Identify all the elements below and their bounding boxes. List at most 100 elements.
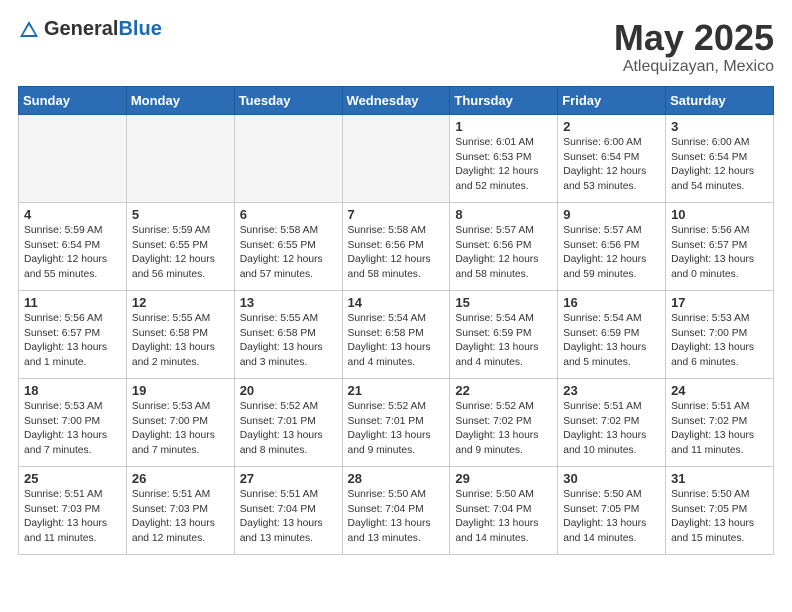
day-number: 19 (132, 383, 229, 398)
calendar-day-cell: 7 Sunrise: 5:58 AM Sunset: 6:56 PM Daylig… (342, 202, 450, 290)
calendar-day-cell: 20 Sunrise: 5:52 AM Sunset: 7:01 PM Dayli… (234, 378, 342, 466)
calendar-day-cell: 22 Sunrise: 5:52 AM Sunset: 7:02 PM Dayli… (450, 378, 558, 466)
day-info: Sunrise: 5:52 AM Sunset: 7:01 PM Dayligh… (240, 400, 337, 460)
day-number: 15 (455, 295, 552, 310)
logo-general: GeneralBlue (44, 18, 162, 41)
calendar-day-cell: 2 Sunrise: 6:00 AM Sunset: 6:54 PM Daylig… (558, 114, 666, 202)
calendar-day-cell: 19 Sunrise: 5:53 AM Sunset: 7:00 PM Dayli… (126, 378, 234, 466)
day-info: Sunrise: 5:59 AM Sunset: 6:55 PM Dayligh… (132, 224, 229, 284)
calendar-day-cell: 13Sunrise: 5:55 AM Sunset: 6:58 PM Dayli… (234, 290, 342, 378)
day-number: 27 (240, 471, 337, 486)
day-number: 30 (563, 471, 660, 486)
calendar-day-cell: 23Sunrise: 5:51 AM Sunset: 7:02 PM Dayli… (558, 378, 666, 466)
day-number: 28 (348, 471, 445, 486)
calendar-day-cell: 30 Sunrise: 5:50 AM Sunset: 7:05 PM Dayli… (558, 466, 666, 554)
day-info: Sunrise: 5:56 AM Sunset: 6:57 PM Dayligh… (671, 224, 768, 284)
calendar-day-cell: 17 Sunrise: 5:53 AM Sunset: 7:00 PM Dayli… (666, 290, 774, 378)
day-info: Sunrise: 5:52 AM Sunset: 7:01 PM Dayligh… (348, 400, 445, 460)
calendar-day-cell: 21 Sunrise: 5:52 AM Sunset: 7:01 PM Dayli… (342, 378, 450, 466)
calendar-week-row: 4 Sunrise: 5:59 AM Sunset: 6:54 PM Daylig… (19, 202, 774, 290)
calendar-day-cell: 1Sunrise: 6:01 AM Sunset: 6:53 PM Daylig… (450, 114, 558, 202)
day-info: Sunrise: 6:00 AM Sunset: 6:54 PM Dayligh… (563, 136, 660, 196)
day-number: 5 (132, 207, 229, 222)
day-number: 2 (563, 119, 660, 134)
weekday-header-cell: Sunday (19, 86, 127, 114)
day-info: Sunrise: 5:55 AM Sunset: 6:58 PM Dayligh… (132, 312, 229, 372)
calendar-day-cell: 8 Sunrise: 5:57 AM Sunset: 6:56 PM Daylig… (450, 202, 558, 290)
month-title: May 2025 (614, 18, 774, 58)
day-number: 17 (671, 295, 768, 310)
day-number: 8 (455, 207, 552, 222)
calendar-day-cell: 15 Sunrise: 5:54 AM Sunset: 6:59 PM Dayli… (450, 290, 558, 378)
weekday-header-row: SundayMondayTuesdayWednesdayThursdayFrid… (19, 86, 774, 114)
calendar-day-cell: 11 Sunrise: 5:56 AM Sunset: 6:57 PM Dayli… (19, 290, 127, 378)
calendar-day-cell: 6 Sunrise: 5:58 AM Sunset: 6:55 PM Daylig… (234, 202, 342, 290)
calendar-day-cell (234, 114, 342, 202)
day-info: Sunrise: 5:59 AM Sunset: 6:54 PM Dayligh… (24, 224, 121, 284)
day-info: Sunrise: 5:50 AM Sunset: 7:04 PM Dayligh… (455, 488, 552, 548)
day-number: 21 (348, 383, 445, 398)
day-number: 4 (24, 207, 121, 222)
day-info: Sunrise: 5:50 AM Sunset: 7:05 PM Dayligh… (563, 488, 660, 548)
weekday-header-cell: Friday (558, 86, 666, 114)
day-info: Sunrise: 5:50 AM Sunset: 7:05 PM Dayligh… (671, 488, 768, 548)
calendar-day-cell (342, 114, 450, 202)
logo-icon (18, 19, 40, 41)
calendar-day-cell: 10 Sunrise: 5:56 AM Sunset: 6:57 PM Dayli… (666, 202, 774, 290)
day-info: Sunrise: 5:58 AM Sunset: 6:56 PM Dayligh… (348, 224, 445, 284)
day-info: Sunrise: 5:51 AM Sunset: 7:04 PM Dayligh… (240, 488, 337, 548)
calendar-day-cell: 5 Sunrise: 5:59 AM Sunset: 6:55 PM Daylig… (126, 202, 234, 290)
weekday-header-cell: Thursday (450, 86, 558, 114)
day-info: Sunrise: 5:52 AM Sunset: 7:02 PM Dayligh… (455, 400, 552, 460)
location-title: Atlequizayan, Mexico (614, 58, 774, 76)
day-info: Sunrise: 5:57 AM Sunset: 6:56 PM Dayligh… (455, 224, 552, 284)
calendar-day-cell: 14Sunrise: 5:54 AM Sunset: 6:58 PM Dayli… (342, 290, 450, 378)
day-number: 3 (671, 119, 768, 134)
calendar-day-cell: 26Sunrise: 5:51 AM Sunset: 7:03 PM Dayli… (126, 466, 234, 554)
title-area: May 2025 Atlequizayan, Mexico (614, 18, 774, 76)
day-number: 12 (132, 295, 229, 310)
calendar-table: SundayMondayTuesdayWednesdayThursdayFrid… (18, 86, 774, 555)
day-info: Sunrise: 5:51 AM Sunset: 7:02 PM Dayligh… (671, 400, 768, 460)
day-info: Sunrise: 5:57 AM Sunset: 6:56 PM Dayligh… (563, 224, 660, 284)
weekday-header-cell: Tuesday (234, 86, 342, 114)
calendar-day-cell (19, 114, 127, 202)
header: GeneralBlue May 2025 Atlequizayan, Mexic… (18, 18, 774, 76)
day-number: 1 (455, 119, 552, 134)
day-number: 10 (671, 207, 768, 222)
calendar-day-cell: 3 Sunrise: 6:00 AM Sunset: 6:54 PM Daylig… (666, 114, 774, 202)
calendar-body: 1Sunrise: 6:01 AM Sunset: 6:53 PM Daylig… (19, 114, 774, 554)
day-info: Sunrise: 5:53 AM Sunset: 7:00 PM Dayligh… (24, 400, 121, 460)
day-number: 26 (132, 471, 229, 486)
day-info: Sunrise: 5:54 AM Sunset: 6:59 PM Dayligh… (455, 312, 552, 372)
day-number: 31 (671, 471, 768, 486)
day-info: Sunrise: 5:53 AM Sunset: 7:00 PM Dayligh… (671, 312, 768, 372)
calendar-day-cell: 24 Sunrise: 5:51 AM Sunset: 7:02 PM Dayli… (666, 378, 774, 466)
day-number: 13 (240, 295, 337, 310)
calendar-week-row: 25Sunrise: 5:51 AM Sunset: 7:03 PM Dayli… (19, 466, 774, 554)
day-number: 22 (455, 383, 552, 398)
day-number: 24 (671, 383, 768, 398)
calendar-day-cell: 9 Sunrise: 5:57 AM Sunset: 6:56 PM Daylig… (558, 202, 666, 290)
weekday-header-cell: Wednesday (342, 86, 450, 114)
day-number: 7 (348, 207, 445, 222)
day-info: Sunrise: 6:00 AM Sunset: 6:54 PM Dayligh… (671, 136, 768, 196)
calendar-day-cell: 16Sunrise: 5:54 AM Sunset: 6:59 PM Dayli… (558, 290, 666, 378)
day-number: 9 (563, 207, 660, 222)
calendar-day-cell: 4 Sunrise: 5:59 AM Sunset: 6:54 PM Daylig… (19, 202, 127, 290)
calendar-day-cell: 18Sunrise: 5:53 AM Sunset: 7:00 PM Dayli… (19, 378, 127, 466)
day-info: Sunrise: 5:53 AM Sunset: 7:00 PM Dayligh… (132, 400, 229, 460)
calendar-week-row: 11 Sunrise: 5:56 AM Sunset: 6:57 PM Dayli… (19, 290, 774, 378)
day-info: Sunrise: 5:54 AM Sunset: 6:59 PM Dayligh… (563, 312, 660, 372)
day-number: 6 (240, 207, 337, 222)
calendar-day-cell: 28Sunrise: 5:50 AM Sunset: 7:04 PM Dayli… (342, 466, 450, 554)
logo: GeneralBlue (18, 18, 162, 41)
day-info: Sunrise: 5:54 AM Sunset: 6:58 PM Dayligh… (348, 312, 445, 372)
calendar-day-cell (126, 114, 234, 202)
day-info: Sunrise: 5:58 AM Sunset: 6:55 PM Dayligh… (240, 224, 337, 284)
day-number: 11 (24, 295, 121, 310)
day-info: Sunrise: 5:56 AM Sunset: 6:57 PM Dayligh… (24, 312, 121, 372)
day-number: 20 (240, 383, 337, 398)
calendar-week-row: 18Sunrise: 5:53 AM Sunset: 7:00 PM Dayli… (19, 378, 774, 466)
calendar-day-cell: 27 Sunrise: 5:51 AM Sunset: 7:04 PM Dayli… (234, 466, 342, 554)
